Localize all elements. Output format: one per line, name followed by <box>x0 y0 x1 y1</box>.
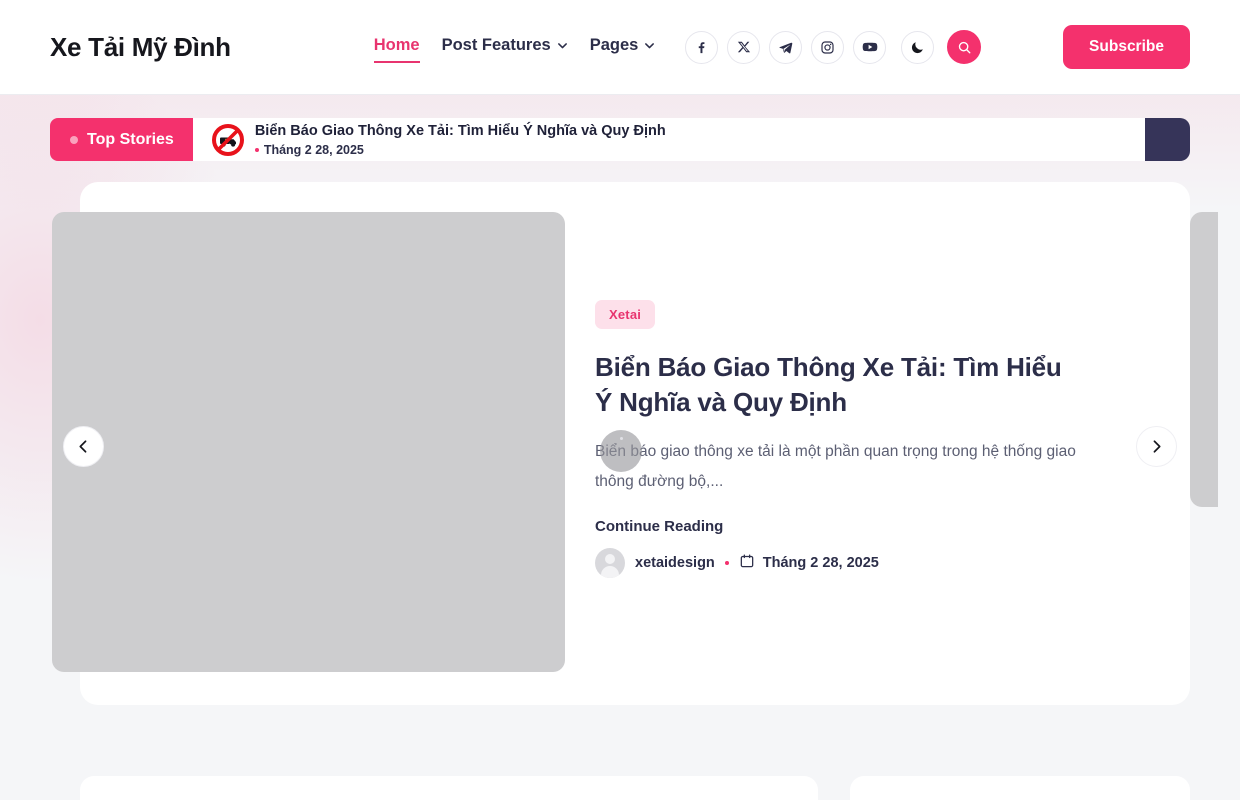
post-card[interactable] <box>850 776 1190 800</box>
chevron-down-icon <box>644 40 655 51</box>
nav-item-label: Pages <box>589 36 639 54</box>
author-avatar[interactable] <box>595 548 625 578</box>
ticker-controls[interactable] <box>1145 118 1190 161</box>
nav-item-post-features[interactable]: Post Features <box>442 36 568 58</box>
top-stories-ticker: Top Stories Biển Báo Giao Thông Xe Tải: … <box>50 118 1190 161</box>
ticker-item-text: Biển Báo Giao Thông Xe Tải: Tìm Hiểu Ý N… <box>255 122 666 156</box>
hero-post-title[interactable]: Biển Báo Giao Thông Xe Tải: Tìm Hiểu Ý N… <box>595 350 1085 419</box>
instagram-icon[interactable] <box>811 30 845 64</box>
image-loading-spinner <box>600 430 642 472</box>
moon-icon[interactable] <box>901 30 935 64</box>
site-brand[interactable]: Xe Tải Mỹ Đình <box>50 32 231 63</box>
calendar-icon <box>739 553 755 573</box>
x-twitter-icon[interactable] <box>727 30 761 64</box>
top-stories-badge[interactable]: Top Stories <box>50 118 193 161</box>
facebook-icon[interactable] <box>685 30 719 64</box>
ticker-items: Biển Báo Giao Thông Xe Tải: Tìm Hiểu Ý N… <box>192 118 1145 161</box>
nav-item-pages[interactable]: Pages <box>590 36 656 58</box>
post-date-text: Tháng 2 28, 2025 <box>762 555 879 571</box>
continue-reading-link[interactable]: Continue Reading <box>595 518 723 535</box>
nav-item-home[interactable]: Home <box>373 36 420 63</box>
subscribe-button[interactable]: Subscribe <box>1063 25 1190 69</box>
ticker-item[interactable]: Biển Báo Giao Thông Xe Tải: Tìm Hiểu Ý N… <box>209 118 1145 161</box>
telegram-icon[interactable] <box>769 30 803 64</box>
site-header: Xe Tải Mỹ Đình Home Post Features Pages <box>0 0 1240 95</box>
category-badge[interactable]: Xetai <box>595 300 656 329</box>
social-links <box>685 30 982 64</box>
nav-item-label: Home <box>373 36 420 54</box>
search-icon[interactable] <box>947 30 982 64</box>
post-card[interactable] <box>80 776 818 800</box>
ticker-item-date: Tháng 2 28, 2025 <box>255 143 666 157</box>
no-trucks-sign-icon <box>211 123 244 156</box>
main-navigation: Home Post Features Pages <box>373 36 656 63</box>
status-dot-icon <box>70 135 78 144</box>
hero-content: Xetai Biển Báo Giao Thông Xe Tải: Tìm Hi… <box>595 300 1095 536</box>
youtube-icon[interactable] <box>853 30 887 64</box>
chevron-down-icon <box>557 40 568 51</box>
top-stories-label: Top Stories <box>87 130 174 148</box>
hero-featured-image[interactable] <box>52 212 565 672</box>
ticker-item-title: Biển Báo Giao Thông Xe Tải: Tìm Hiểu Ý N… <box>254 123 666 140</box>
carousel-next-button[interactable] <box>1136 426 1177 467</box>
next-slide-image-peek <box>1190 212 1218 507</box>
post-date: Tháng 2 28, 2025 <box>739 553 879 573</box>
hero-post-excerpt: Biển báo giao thông xe tải là một phần q… <box>595 443 1076 491</box>
carousel-prev-button[interactable] <box>63 426 104 467</box>
author-name[interactable]: xetaidesign <box>635 555 715 571</box>
meta-separator-dot <box>724 561 729 565</box>
nav-item-label: Post Features <box>441 36 551 54</box>
hero-post-meta: xetaidesign Tháng 2 28, 2025 <box>595 548 879 578</box>
